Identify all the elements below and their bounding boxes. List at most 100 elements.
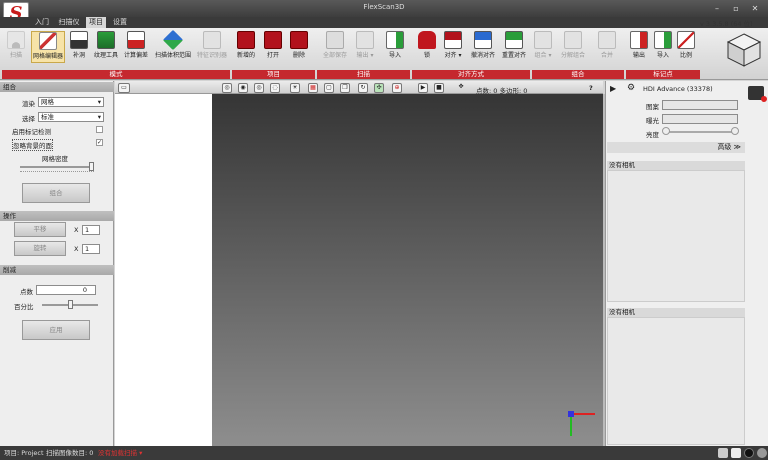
stop-icon[interactable]: ■: [434, 83, 444, 93]
marker-import-icon: [654, 31, 672, 49]
align-button[interactable]: 对齐 ▾: [441, 31, 465, 61]
wifi-icon: [7, 31, 25, 49]
video-camera-icon[interactable]: ▶: [610, 84, 616, 93]
marker-import-button[interactable]: 导入: [652, 31, 674, 61]
box-icon[interactable]: ▢: [324, 83, 334, 93]
combine-button[interactable]: 组合 ▾: [532, 31, 554, 61]
exposure-label: 曝光: [646, 117, 659, 125]
percent-label: 百分比: [14, 303, 34, 311]
view-side-icon[interactable]: ◎: [254, 83, 264, 93]
brightness-plus[interactable]: [731, 127, 739, 135]
translate-count[interactable]: 1: [82, 225, 100, 235]
mesh-editor-button[interactable]: 网格编辑器: [31, 31, 65, 63]
marker-detect-label: 启用标记检测: [12, 128, 51, 136]
disable-hidden-checkbox[interactable]: ✓: [96, 139, 103, 146]
tray-icon[interactable]: [744, 448, 754, 458]
rotate-button[interactable]: 旋转: [14, 241, 66, 256]
copy-icon[interactable]: ❐: [340, 83, 350, 93]
camera-status-dot: [761, 96, 767, 102]
tab-scanner[interactable]: 扫描仪: [56, 17, 82, 28]
marker-detect-checkbox[interactable]: [96, 126, 103, 133]
tab-getting-started[interactable]: 入门: [32, 17, 52, 28]
gear-icon[interactable]: ⚙: [627, 83, 635, 93]
camera-view-1[interactable]: [607, 170, 745, 302]
render-select[interactable]: 网格 ▾: [38, 97, 104, 107]
scan-volume-icon: [162, 29, 184, 51]
camera-view-2[interactable]: [607, 317, 745, 445]
minimize-button[interactable]: –: [708, 3, 726, 14]
split-button[interactable]: 分解组合: [557, 31, 589, 61]
view-front-icon[interactable]: ◉: [238, 83, 248, 93]
save-icon: [326, 31, 344, 49]
group-alignment: 对齐方式: [412, 70, 530, 79]
axis-gizmo-icon: [568, 411, 595, 436]
scan-volume-button[interactable]: 扫描体积范围: [152, 29, 194, 61]
grid-icon[interactable]: ▦: [308, 83, 318, 93]
move-icon[interactable]: ✥: [456, 83, 466, 93]
maximize-button[interactable]: ▫: [727, 3, 745, 14]
scale-button[interactable]: 比例: [675, 31, 697, 61]
reduce-header: 削减: [0, 265, 114, 275]
delete-icon: [290, 31, 308, 49]
marker-export-button[interactable]: 输出: [628, 31, 650, 61]
tray-icon[interactable]: [757, 448, 767, 458]
combine-header: 组合: [0, 82, 114, 92]
refresh-icon[interactable]: ↻: [358, 83, 368, 93]
reset-align-button[interactable]: 重置对齐: [499, 31, 529, 61]
save-all-button[interactable]: 全部保存: [320, 31, 350, 61]
undo-align-button[interactable]: 撤消对齐: [468, 31, 498, 61]
play-icon[interactable]: ▶: [418, 83, 428, 93]
pattern-select[interactable]: [662, 100, 738, 110]
camera-view-header-2: 没有相机: [607, 308, 745, 317]
lock-icon: [418, 31, 436, 49]
tray-icon[interactable]: [718, 448, 728, 458]
rotate-count[interactable]: 1: [82, 244, 100, 254]
status-warning[interactable]: 没有加载扫描 ▾: [98, 446, 142, 460]
merge-button[interactable]: 合并: [596, 31, 618, 61]
disable-hidden-label: 忽略背景的面: [12, 139, 53, 151]
scan-list-pane[interactable]: [115, 94, 212, 446]
exposure-select[interactable]: [662, 114, 738, 124]
status-scan-count: 扫描图像数目: 0: [46, 449, 94, 457]
export-button[interactable]: 输出 ▾: [352, 31, 378, 61]
group-combine: 组合: [532, 70, 624, 79]
apply-button[interactable]: 应用: [22, 320, 90, 340]
3d-viewport[interactable]: [212, 94, 603, 446]
panel-toggle-icon[interactable]: ▭: [118, 83, 130, 93]
help-icon[interactable]: ?: [589, 84, 593, 92]
group-scan: 扫描: [317, 70, 410, 79]
chevron-down-icon: ▾: [97, 98, 101, 106]
advanced-toggle[interactable]: 高级 ≫: [607, 142, 745, 153]
merge-icon: [598, 31, 616, 49]
points-input[interactable]: 0: [36, 285, 96, 295]
combine-action-button[interactable]: 组合: [22, 183, 90, 203]
align-icon: [444, 31, 462, 49]
tab-settings[interactable]: 设置: [110, 17, 130, 28]
mesh-density-slider[interactable]: [89, 162, 94, 171]
fill-holes-button[interactable]: 补洞: [68, 31, 90, 61]
view-top-icon[interactable]: ◌: [270, 83, 280, 93]
brightness-minus[interactable]: [662, 127, 670, 135]
feature-button[interactable]: 特征识别器: [196, 31, 228, 61]
select-mode-select[interactable]: 标准 ▾: [38, 112, 104, 122]
tray-icon[interactable]: [731, 448, 741, 458]
view-cube-icon[interactable]: ◎: [222, 83, 232, 93]
translate-button[interactable]: 平移: [14, 222, 66, 237]
import-button[interactable]: 导入: [384, 31, 406, 61]
delete-button[interactable]: 删除: [288, 31, 310, 61]
scan-button[interactable]: 扫描: [5, 31, 27, 61]
target-icon[interactable]: ⊕: [392, 83, 402, 93]
texture-tool-button[interactable]: 纹理工具: [92, 31, 120, 61]
close-button[interactable]: ✕: [746, 3, 764, 14]
new-project-button[interactable]: 新增的: [234, 31, 258, 61]
light-icon[interactable]: ☀: [290, 83, 300, 93]
percent-slider[interactable]: [68, 300, 73, 309]
mesh-editor-icon: [39, 32, 57, 50]
fill-holes-icon: [70, 31, 88, 49]
transform-icon[interactable]: ✣: [374, 83, 384, 93]
tab-project[interactable]: 项目: [86, 17, 106, 28]
open-button[interactable]: 打开: [262, 31, 284, 61]
lock-button[interactable]: 锁: [418, 31, 436, 61]
deviation-button[interactable]: 计算偏差: [122, 31, 150, 61]
combine-icon: [534, 31, 552, 49]
